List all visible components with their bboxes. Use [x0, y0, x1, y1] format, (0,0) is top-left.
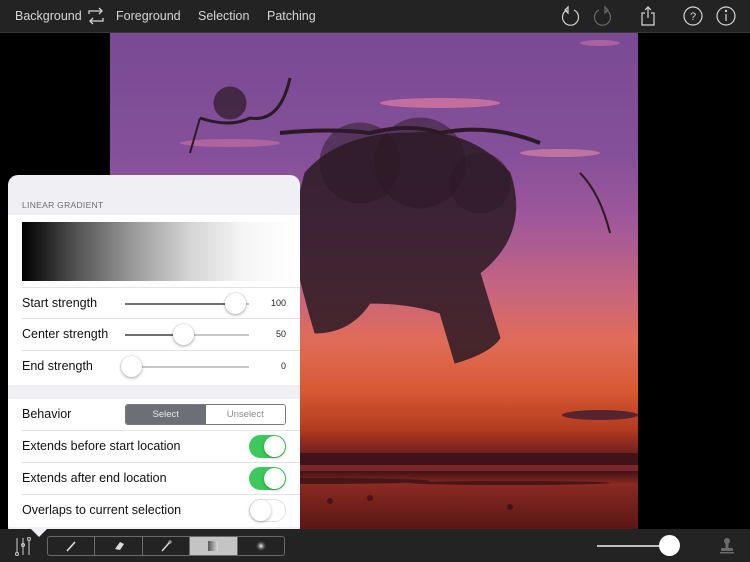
- toggle-knob: [250, 500, 271, 521]
- start-strength-value: 100: [270, 298, 286, 308]
- tool-eraser[interactable]: [95, 537, 143, 555]
- help-icon[interactable]: ?: [682, 5, 704, 27]
- tab-background[interactable]: Background: [15, 9, 82, 23]
- tool-radial-gradient[interactable]: [238, 537, 284, 555]
- segment-select[interactable]: Select: [126, 405, 206, 424]
- swap-icon[interactable]: [85, 5, 107, 27]
- magic-wand-icon: [161, 540, 173, 552]
- cloud: [520, 149, 600, 157]
- behavior-group: Behavior Select Unselect Extends before …: [8, 399, 300, 527]
- slider-thumb[interactable]: [659, 535, 680, 556]
- gradient-group: Start strength 100 Center strength 50 En…: [8, 215, 300, 385]
- bottom-toolbar: [0, 528, 750, 562]
- overlaps-toggle[interactable]: [249, 499, 286, 522]
- slider-thumb[interactable]: [173, 324, 195, 345]
- center-strength-row: Center strength 50: [22, 319, 300, 351]
- tool-selector[interactable]: [47, 536, 285, 556]
- info-icon[interactable]: [715, 5, 737, 27]
- segment-unselect[interactable]: Unselect: [205, 405, 285, 424]
- slider-thumb[interactable]: [225, 293, 247, 314]
- top-bar: Background Foreground Selection Patching…: [0, 0, 750, 33]
- extends-before-row: Extends before start location: [22, 431, 300, 463]
- dark-cloud: [562, 410, 638, 420]
- slider-thumb[interactable]: [121, 356, 143, 377]
- cloud: [380, 98, 500, 108]
- toggle-knob: [264, 436, 285, 457]
- popover-arrow: [30, 528, 48, 537]
- behavior-label: Behavior: [22, 407, 72, 421]
- gradient-settings-popover: LINEAR GRADIENT Start strength 100 Cente…: [8, 175, 300, 537]
- tab-foreground[interactable]: Foreground: [116, 9, 181, 23]
- end-strength-row: End strength 0: [22, 351, 300, 383]
- brush-size-slider[interactable]: [597, 535, 680, 556]
- start-strength-row: Start strength 100: [22, 287, 300, 319]
- extends-after-row: Extends after end location: [22, 463, 300, 495]
- extends-after-toggle[interactable]: [249, 467, 286, 490]
- end-strength-slider[interactable]: [121, 356, 249, 377]
- toggle-knob: [264, 468, 285, 489]
- overlaps-label: Overlaps to current selection: [22, 503, 182, 517]
- extends-after-label: Extends after end location: [22, 471, 167, 485]
- center-strength-slider[interactable]: [125, 324, 249, 345]
- cloud: [180, 139, 280, 147]
- svg-text:?: ?: [690, 11, 696, 23]
- slider-fill: [125, 303, 236, 305]
- tool-linear-gradient[interactable]: [190, 537, 238, 555]
- start-strength-label: Start strength: [22, 296, 98, 310]
- brush-icon: [66, 541, 76, 552]
- cloud: [580, 40, 620, 46]
- tab-patching[interactable]: Patching: [267, 9, 316, 23]
- tool-magic-wand[interactable]: [143, 537, 191, 555]
- behavior-row: Behavior Select Unselect: [22, 399, 300, 431]
- end-strength-label: End strength: [22, 359, 93, 373]
- overlaps-row: Overlaps to current selection: [22, 495, 300, 527]
- radial-gradient-icon: [254, 540, 267, 552]
- center-strength-value: 50: [275, 329, 286, 339]
- stamp-icon[interactable]: [717, 536, 737, 556]
- share-icon[interactable]: [637, 5, 659, 27]
- start-strength-slider[interactable]: [125, 293, 249, 314]
- adjustments-icon[interactable]: [13, 535, 35, 557]
- tool-brush[interactable]: [48, 537, 96, 555]
- end-strength-value: 0: [280, 361, 286, 371]
- center-strength-label: Center strength: [22, 327, 109, 341]
- linear-gradient-icon: [208, 541, 219, 551]
- redo-icon[interactable]: [592, 5, 614, 27]
- behavior-segmented-control[interactable]: Select Unselect: [125, 404, 286, 425]
- extends-before-toggle[interactable]: [249, 435, 286, 458]
- undo-icon[interactable]: [559, 5, 581, 27]
- extends-before-label: Extends before start location: [22, 439, 181, 453]
- tab-selection[interactable]: Selection: [198, 9, 249, 23]
- gradient-preview: [22, 222, 300, 281]
- section-header: LINEAR GRADIENT: [22, 200, 104, 210]
- eraser-icon: [114, 542, 124, 550]
